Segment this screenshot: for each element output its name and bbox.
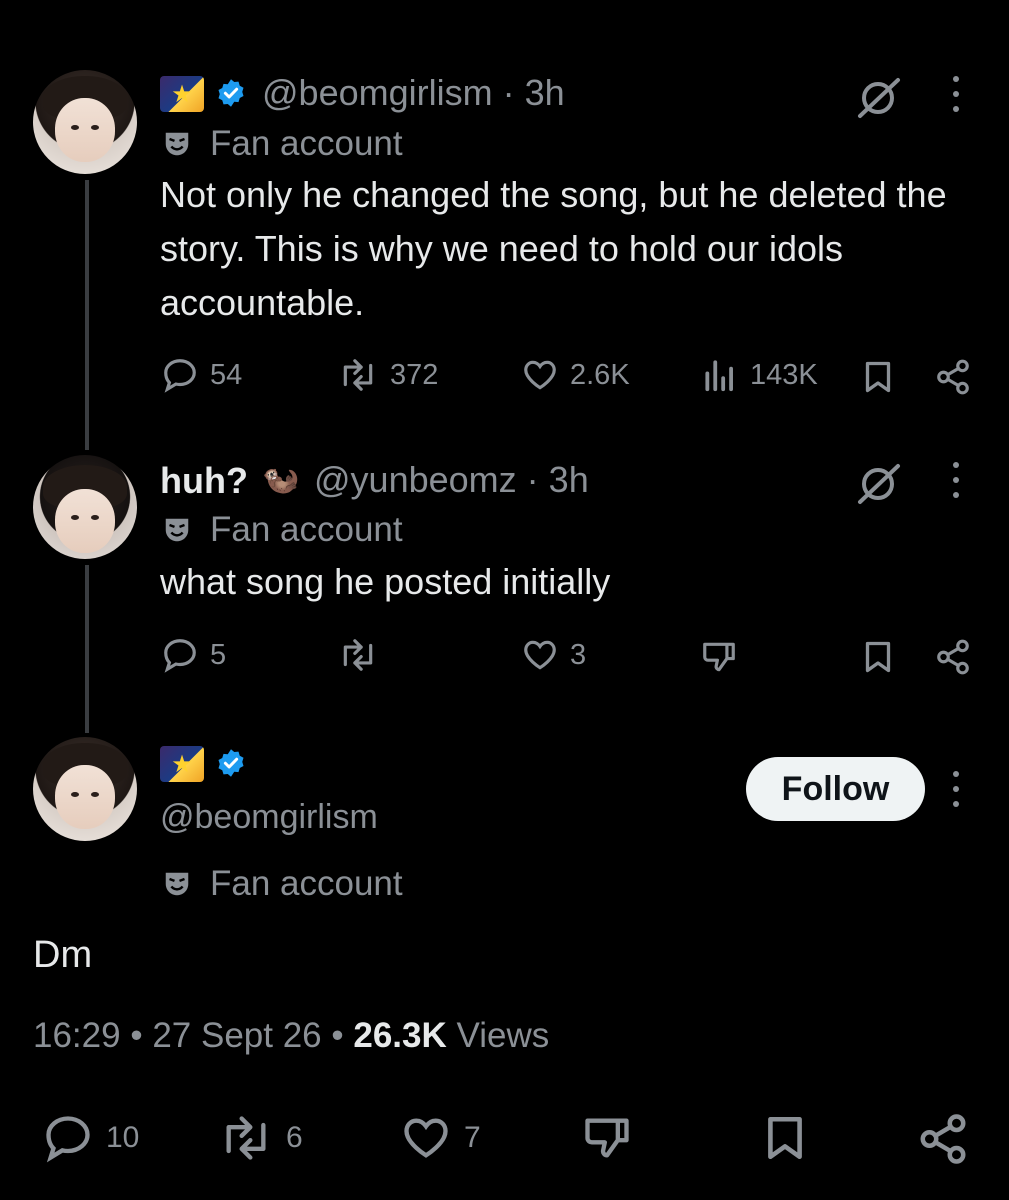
repost-icon	[343, 359, 373, 391]
more-icon[interactable]	[950, 76, 962, 112]
author-handle[interactable]: @beomgirlism · 3h	[262, 72, 565, 114]
verified-icon	[218, 749, 244, 777]
reply-button[interactable]: 54	[160, 356, 242, 394]
reply-icon	[164, 359, 196, 393]
post-time: 16:29	[33, 1016, 121, 1055]
author-handle[interactable]: @yunbeomz · 3h	[314, 459, 589, 501]
otter-emoji-icon: 🦦	[262, 463, 300, 496]
like-icon	[404, 1118, 448, 1158]
dislike-icon[interactable]	[700, 638, 738, 676]
author-name[interactable]: huh?	[160, 460, 248, 502]
like-button[interactable]: 2.6K	[520, 356, 630, 394]
follow-button[interactable]: Follow	[746, 757, 925, 821]
views-icon	[705, 360, 733, 392]
fan-account-label: Fan account	[162, 510, 403, 550]
like-icon	[524, 640, 556, 670]
share-icon[interactable]	[916, 1112, 970, 1166]
timestamp: 3h	[524, 72, 565, 113]
like-button[interactable]: 3	[520, 636, 586, 674]
mask-icon	[165, 518, 189, 542]
views-button[interactable]: 143K	[700, 356, 818, 394]
timestamp: 3h	[548, 459, 589, 500]
reply-icon	[46, 1116, 90, 1163]
bookmark-icon[interactable]	[860, 358, 896, 396]
like-button[interactable]: 7	[398, 1112, 481, 1164]
bookmark-icon[interactable]	[860, 638, 896, 676]
share-icon[interactable]	[934, 358, 972, 396]
post-text: Dm	[33, 934, 93, 976]
mask-icon	[165, 132, 189, 156]
reply-button[interactable]: 5	[160, 636, 226, 674]
shooting-star-emoji-icon: ★	[160, 746, 204, 782]
author-handle[interactable]: @beomgirlism	[160, 798, 378, 837]
bookmark-icon[interactable]	[760, 1112, 810, 1164]
views-label: Views	[456, 1016, 550, 1055]
post-metadata: 16:29 • 27 Sept 26 • 26.3K Views	[33, 1016, 550, 1055]
thread-line	[85, 180, 89, 450]
post-date: 27 Sept 26	[152, 1016, 322, 1055]
more-icon[interactable]	[950, 462, 962, 498]
post-text: Not only he changed the song, but he del…	[160, 174, 947, 323]
share-icon[interactable]	[934, 638, 972, 676]
views-count: 26.3K	[353, 1016, 447, 1055]
reply-icon	[164, 639, 196, 673]
mask-icon	[165, 872, 189, 896]
fan-account-label: Fan account	[162, 124, 403, 164]
avatar[interactable]	[33, 737, 137, 841]
like-icon	[524, 360, 556, 390]
shooting-star-emoji-icon: ★	[160, 76, 204, 112]
repost-button[interactable]	[336, 636, 390, 674]
post-text: what song he posted initially	[160, 561, 611, 602]
repost-icon	[226, 1116, 266, 1160]
reply-button[interactable]: 10	[40, 1112, 139, 1164]
grok-icon[interactable]	[856, 462, 902, 506]
dislike-icon[interactable]	[580, 1112, 634, 1164]
repost-button[interactable]: 372	[336, 356, 438, 394]
thread-line	[85, 565, 89, 733]
grok-icon[interactable]	[856, 76, 902, 120]
avatar[interactable]	[33, 455, 137, 559]
fan-account-label: Fan account	[162, 864, 403, 904]
verified-icon	[218, 79, 244, 107]
repost-button[interactable]: 6	[216, 1112, 303, 1164]
avatar[interactable]	[33, 70, 137, 174]
repost-icon	[343, 639, 373, 671]
more-icon[interactable]	[950, 771, 962, 807]
